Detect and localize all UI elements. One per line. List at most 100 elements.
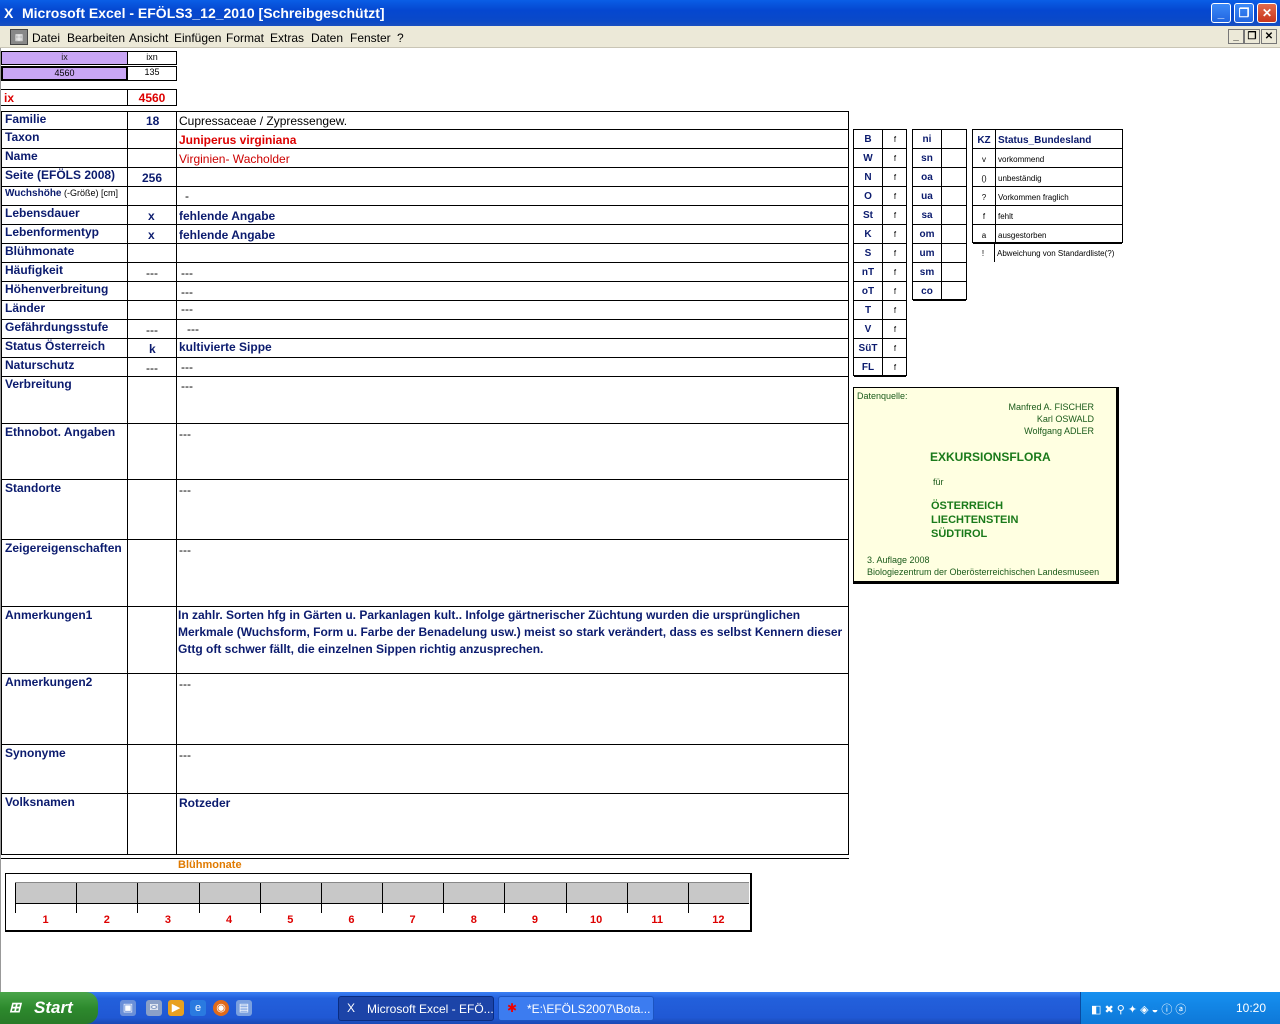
menu-fenster[interactable]: Fenster — [350, 31, 391, 45]
maximize-button[interactable]: ❐ — [1234, 3, 1254, 23]
region-flag[interactable]: f — [883, 173, 907, 182]
height-code[interactable]: co — [913, 286, 941, 297]
lebensformentyp-code[interactable]: x — [148, 228, 155, 242]
haeufigkeit-code[interactable]: --- — [146, 266, 158, 280]
height-code[interactable]: oa — [913, 172, 941, 183]
synonyme-value[interactable]: --- — [179, 748, 191, 762]
haeufigkeit-value[interactable]: --- — [181, 266, 193, 280]
region-flag[interactable]: f — [883, 344, 907, 353]
lebensdauer-code[interactable]: x — [148, 209, 155, 223]
firefox-icon[interactable]: ◉ — [213, 1000, 229, 1016]
menu-datei[interactable]: Datei — [32, 31, 60, 45]
height-code[interactable]: um — [913, 248, 941, 259]
anm1-label: Anmerkungen1 — [5, 608, 93, 622]
verbreitung-value[interactable]: --- — [181, 379, 193, 393]
gefaehrdung-value[interactable]: --- — [187, 322, 199, 336]
region-code[interactable]: B — [854, 134, 882, 145]
status-value[interactable]: kultivierte Sippe — [179, 340, 272, 354]
region-flag[interactable]: f — [883, 154, 907, 163]
hoehenverbreitung-value[interactable]: --- — [181, 285, 193, 299]
taskbar-excel[interactable]: X Microsoft Excel - EFÖ... — [338, 996, 494, 1021]
menu-extras[interactable]: Extras — [270, 31, 304, 45]
start-button[interactable]: ⊞ Start — [0, 992, 98, 1024]
doc-restore-button[interactable]: ❐ — [1244, 29, 1260, 44]
menu-format[interactable]: Format — [226, 31, 264, 45]
menu-bearbeiten[interactable]: Bearbeiten — [67, 31, 125, 45]
media-player-icon[interactable]: ▶ — [168, 1000, 184, 1016]
region-flag[interactable]: f — [883, 211, 907, 220]
familie-value[interactable]: Cupressaceae / Zypressengew. — [179, 114, 347, 128]
status-code[interactable]: k — [149, 342, 156, 356]
tray-icons[interactable]: ◧ ✖ ⚲ ✦ ◈ ◒ ⓘ ⓐ — [1091, 1001, 1186, 1017]
ix-value-cell[interactable]: 4560 — [1, 66, 128, 81]
volksnamen-value[interactable]: Rotzeder — [179, 796, 230, 810]
region-code[interactable]: FL — [854, 362, 882, 373]
month-segment — [687, 883, 749, 913]
region-code[interactable]: K — [854, 229, 882, 240]
network-icon[interactable]: ▤ — [236, 1000, 252, 1016]
region-flag[interactable]: f — [883, 363, 907, 372]
menu-help[interactable]: ? — [397, 31, 404, 45]
height-code[interactable]: ua — [913, 191, 941, 202]
height-code[interactable]: sn — [913, 153, 941, 164]
excel-task-icon: X — [347, 1001, 356, 1015]
anm2-value[interactable]: --- — [179, 677, 191, 691]
region-code[interactable]: nT — [854, 267, 882, 278]
seite-code[interactable]: 256 — [142, 171, 162, 185]
taxon-value[interactable]: Juniperus virginiana — [179, 133, 296, 147]
wuchshoehe-value[interactable]: - — [185, 189, 189, 203]
internet-explorer-icon[interactable]: e — [190, 1000, 206, 1016]
region-code[interactable]: S — [854, 248, 882, 259]
region-code[interactable]: O — [854, 191, 882, 202]
region-flag[interactable]: f — [883, 249, 907, 258]
show-desktop-icon[interactable]: ▣ — [120, 1000, 136, 1016]
taskbar-explorer[interactable]: ✱ *E:\EFÖLS2007\Bota... — [498, 996, 654, 1021]
lebensdauer-value[interactable]: fehlende Angabe — [179, 209, 275, 223]
close-button[interactable]: ✕ — [1257, 3, 1277, 23]
worksheet[interactable]: ix ixn 4560 135 ix 4560 Familie 18 Cupre… — [0, 48, 1280, 992]
standorte-value[interactable]: --- — [179, 483, 191, 497]
ethnobot-value[interactable]: --- — [179, 427, 191, 441]
region-code[interactable]: St — [854, 210, 882, 221]
region-flag[interactable]: f — [883, 192, 907, 201]
minimize-button[interactable]: _ — [1211, 3, 1231, 23]
region-flag[interactable]: f — [883, 306, 907, 315]
workbook-icon[interactable]: ▦ — [10, 29, 28, 45]
ixn-header[interactable]: ixn — [127, 51, 177, 65]
height-code[interactable]: sa — [913, 210, 941, 221]
region-flag[interactable]: f — [883, 135, 907, 144]
region-code[interactable]: V — [854, 324, 882, 335]
name-value[interactable]: Virginien- Wacholder — [179, 152, 290, 166]
anm1-value[interactable]: In zahlr. Sorten hfg in Gärten u. Parkan… — [178, 607, 844, 658]
menu-daten[interactable]: Daten — [311, 31, 343, 45]
doc-close-button[interactable]: ✕ — [1261, 29, 1277, 44]
laender-value[interactable]: --- — [181, 302, 193, 316]
gefaehrdung-code[interactable]: --- — [146, 323, 158, 337]
region-flag[interactable]: f — [883, 287, 907, 296]
menu-einfuegen[interactable]: Einfügen — [174, 31, 221, 45]
lebensformentyp-value[interactable]: fehlende Angabe — [179, 228, 275, 242]
region-flag[interactable]: f — [883, 325, 907, 334]
doc-minimize-button[interactable]: _ — [1228, 29, 1244, 44]
menu-ansicht[interactable]: Ansicht — [129, 31, 168, 45]
naturschutz-value[interactable]: --- — [181, 360, 193, 374]
ixn-value-cell[interactable]: 135 — [127, 66, 177, 81]
region-flag[interactable]: f — [883, 268, 907, 277]
height-code[interactable]: om — [913, 229, 941, 240]
height-code[interactable]: ni — [913, 134, 941, 145]
region-code[interactable]: oT — [854, 286, 882, 297]
naturschutz-code[interactable]: --- — [146, 361, 158, 375]
outlook-icon[interactable]: ✉ — [146, 1000, 162, 1016]
height-code[interactable]: sm — [913, 267, 941, 278]
zeiger-value[interactable]: --- — [179, 543, 191, 557]
ix-number[interactable]: 4560 — [127, 89, 177, 106]
familie-code[interactable]: 18 — [146, 114, 159, 128]
region-row: nT f — [854, 263, 906, 282]
gefaehrdung-label: Gefährdungsstufe — [5, 320, 109, 334]
region-flag[interactable]: f — [883, 230, 907, 239]
region-code[interactable]: T — [854, 305, 882, 316]
region-code[interactable]: W — [854, 153, 882, 164]
ix-header[interactable]: ix — [1, 51, 128, 65]
region-code[interactable]: SüT — [854, 343, 882, 354]
region-code[interactable]: N — [854, 172, 882, 183]
